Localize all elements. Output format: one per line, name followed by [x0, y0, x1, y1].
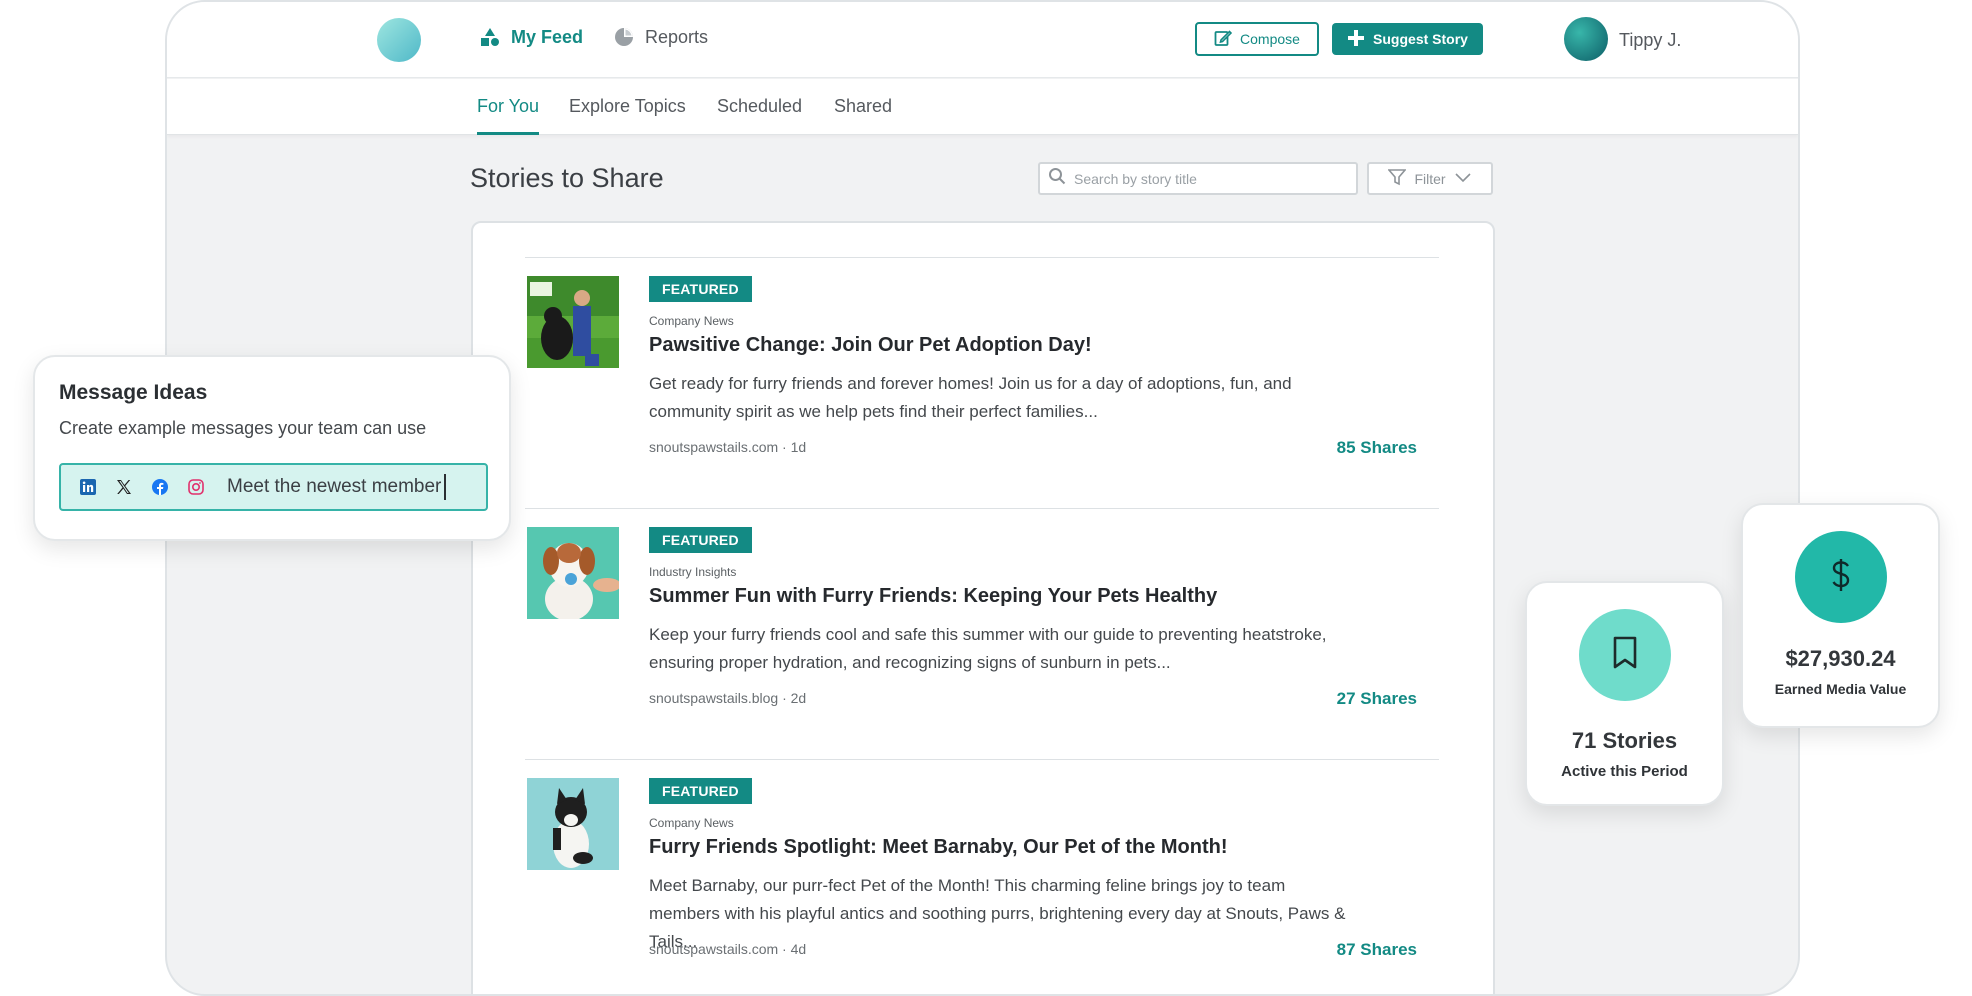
- plus-icon: [1347, 29, 1365, 50]
- story-title[interactable]: Summer Fun with Furry Friends: Keeping Y…: [649, 585, 1217, 608]
- tab-scheduled[interactable]: Scheduled: [717, 96, 802, 132]
- filter-dropdown[interactable]: Filter: [1367, 162, 1493, 195]
- story-thumbnail[interactable]: [527, 527, 619, 619]
- instagram-icon[interactable]: [185, 476, 207, 498]
- user-avatar[interactable]: [1564, 17, 1608, 61]
- earned-media-value-card: $27,930.24 Earned Media Value: [1741, 503, 1940, 728]
- sub-navigation: For You Explore Topics Scheduled Shared: [167, 79, 1798, 135]
- stat-circle: [1579, 609, 1671, 701]
- suggest-story-button[interactable]: Suggest Story: [1332, 23, 1483, 55]
- story-shares[interactable]: 87 Shares: [1337, 940, 1417, 960]
- story-source: snoutspawstails.com · 4d: [649, 941, 807, 957]
- dollar-icon: [1829, 557, 1853, 598]
- story-shares[interactable]: 85 Shares: [1337, 438, 1417, 458]
- story-card[interactable]: FEATURED Company News Furry Friends Spot…: [525, 759, 1439, 994]
- facebook-icon[interactable]: [149, 476, 171, 498]
- story-feed: FEATURED Company News Pawsitive Change: …: [471, 221, 1495, 994]
- tab-for-you[interactable]: For You: [477, 96, 540, 135]
- nav-my-feed-label: My Feed: [511, 26, 584, 47]
- active-stories-card: 71 Stories Active this Period: [1525, 581, 1724, 806]
- story-excerpt: Keep your furry friends cool and safe th…: [649, 625, 1327, 672]
- earned-media-amount: $27,930.24: [1785, 646, 1896, 671]
- pie-chart-icon: [613, 26, 635, 48]
- message-ideas-subtitle: Create example messages your team can us…: [59, 418, 427, 438]
- chevron-down-icon: [1454, 171, 1472, 187]
- story-category: Industry Insights: [649, 565, 737, 579]
- featured-badge: FEATURED: [649, 276, 752, 302]
- shapes-icon: [479, 26, 501, 48]
- x-icon[interactable]: [113, 476, 135, 498]
- nav-reports[interactable]: Reports: [613, 26, 708, 48]
- message-ideas-card: Message Ideas Create example messages yo…: [33, 355, 511, 541]
- suggest-story-label: Suggest Story: [1373, 31, 1468, 47]
- story-excerpt: Get ready for furry friends and forever …: [649, 374, 1292, 421]
- filter-label: Filter: [1414, 170, 1446, 187]
- story-title[interactable]: Pawsitive Change: Join Our Pet Adoption …: [649, 334, 1092, 357]
- stories-count: 71 Stories: [1571, 728, 1678, 753]
- story-source: snoutspawstails.blog · 2d: [649, 690, 807, 706]
- page-title: Stories to Share: [470, 163, 664, 193]
- search-input[interactable]: [1074, 170, 1344, 187]
- user-name[interactable]: Tippy J.: [1619, 30, 1681, 51]
- stories-label: Active this Period: [1561, 763, 1688, 780]
- story-thumbnail[interactable]: [527, 276, 619, 368]
- story-category: Company News: [649, 816, 734, 830]
- story-source: snoutspawstails.com · 1d: [649, 439, 807, 455]
- edit-icon: [1214, 29, 1233, 50]
- story-shares[interactable]: 27 Shares: [1337, 689, 1417, 709]
- message-ideas-title: Message Ideas: [59, 381, 208, 404]
- text-caret: [444, 474, 447, 500]
- earned-media-label: Earned Media Value: [1774, 681, 1907, 697]
- story-card[interactable]: FEATURED Company News Pawsitive Change: …: [525, 257, 1439, 509]
- stat-circle: [1795, 531, 1887, 623]
- linkedin-icon[interactable]: [77, 476, 99, 498]
- featured-badge: FEATURED: [649, 527, 752, 553]
- story-title[interactable]: Furry Friends Spotlight: Meet Barnaby, O…: [649, 836, 1228, 859]
- bookmark-icon: [1611, 636, 1639, 675]
- top-bar: My Feed Reports Compose Suggest Story Ti…: [167, 2, 1798, 78]
- tab-shared[interactable]: Shared: [834, 96, 892, 132]
- nav-my-feed[interactable]: My Feed: [479, 26, 583, 48]
- tab-explore-topics[interactable]: Explore Topics: [569, 96, 686, 132]
- search-box[interactable]: [1038, 162, 1358, 195]
- story-card[interactable]: FEATURED Industry Insights Summer Fun wi…: [525, 508, 1439, 760]
- featured-badge: FEATURED: [649, 778, 752, 804]
- logo[interactable]: [377, 18, 421, 62]
- compose-button[interactable]: Compose: [1195, 22, 1319, 56]
- search-icon: [1048, 167, 1066, 190]
- message-input[interactable]: Meet the newest member: [59, 463, 488, 511]
- nav-reports-label: Reports: [645, 26, 709, 47]
- filter-icon: [1387, 168, 1408, 189]
- story-thumbnail[interactable]: [527, 778, 619, 870]
- story-category: Company News: [649, 314, 734, 328]
- compose-label: Compose: [1240, 31, 1300, 47]
- message-input-value: Meet the newest member: [227, 476, 442, 498]
- message-input-text[interactable]: Meet the newest member: [227, 474, 447, 500]
